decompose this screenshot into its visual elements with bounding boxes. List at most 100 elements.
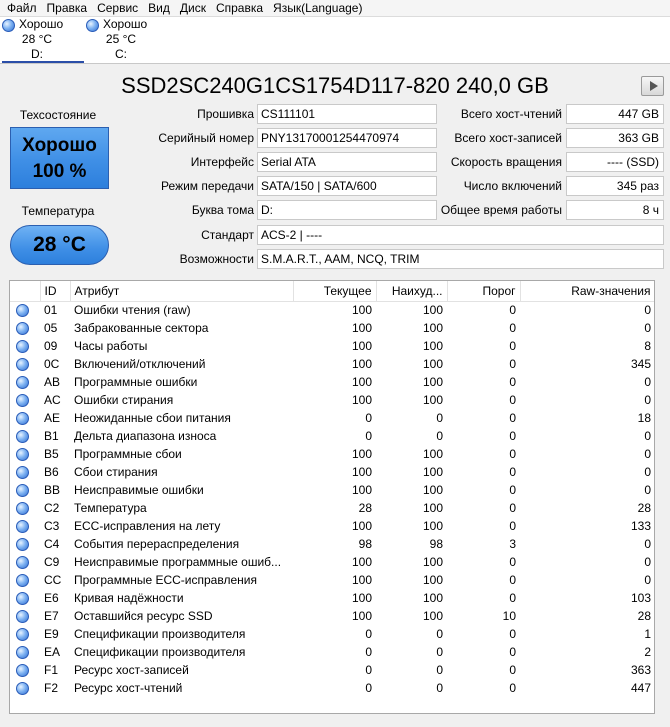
table-row[interactable]: EA Спецификации производителя 0 0 0 2: [10, 643, 654, 661]
host-reads-label: Всего хост-чтений: [460, 107, 562, 121]
cell-id: C9: [44, 555, 60, 569]
cell-attribute: Забракованные сектора: [74, 321, 209, 335]
cell-attribute: Ошибки чтения (raw): [74, 303, 191, 318]
menu-disk[interactable]: Диск: [175, 1, 211, 16]
status-good-icon: [16, 394, 29, 408]
cell-attribute: Включений/отключений: [74, 357, 206, 371]
table-row[interactable]: C9 Неисправимые программные ошиб... 100 100…: [10, 553, 654, 571]
row-status-cell: [10, 589, 40, 607]
cell-id: AC: [44, 393, 61, 407]
cell-id: E7: [44, 609, 59, 623]
cell-threshold: 0: [509, 303, 516, 318]
col-header-status[interactable]: [10, 281, 41, 302]
cell-raw: 28: [637, 501, 651, 515]
cell-attribute: ECC-исправления на лету: [74, 519, 221, 533]
cell-current: 98: [358, 537, 372, 551]
table-row[interactable]: B1 Дельта диапазона износа 0 0 0 0: [10, 427, 654, 445]
cell-worst: 100: [422, 321, 443, 335]
cell-worst: 0: [436, 645, 443, 659]
smart-table-body: 01 Ошибки чтения (raw) 100 100 0 0 05 Забракова…: [10, 301, 654, 697]
cell-worst: 0: [436, 429, 443, 443]
cell-raw: 1: [644, 627, 651, 641]
status-good-icon: [16, 376, 29, 390]
row-status-cell: [10, 373, 40, 391]
smart-table[interactable]: ID Атрибут Текущее Наихуд... Порог Raw-з…: [9, 280, 655, 714]
table-row[interactable]: CC Программные ECC-исправления 100 100 0 0: [10, 571, 654, 589]
cell-current: 0: [365, 663, 372, 677]
table-row[interactable]: F2 Ресурс хост-чтений 0 0 0 447: [10, 679, 654, 697]
cell-current: 100: [351, 339, 372, 353]
table-row[interactable]: AE Неожиданные сбои питания 0 0 0 18: [10, 409, 654, 427]
menu-help[interactable]: Справка: [211, 1, 268, 16]
cell-id: F1: [44, 663, 59, 677]
table-row[interactable]: C3 ECC-исправления на лету 100 100 0 133: [10, 517, 654, 535]
cell-attribute: Ошибки стирания: [74, 393, 174, 407]
cell-raw: 363: [630, 663, 651, 677]
table-row[interactable]: B5 Программные сбои 100 100 0 0: [10, 445, 654, 463]
table-row[interactable]: 0C Включений/отключений 100 100 0 345: [10, 355, 654, 373]
cell-id: 0C: [44, 357, 60, 371]
disk-tab-d[interactable]: Хорошо 28 °C D:: [2, 17, 84, 63]
cell-attribute: Ресурс хост-записей: [74, 663, 189, 677]
table-row[interactable]: C4 События перераспределения 98 98 3 0: [10, 535, 654, 553]
interface-label: Интерфейс: [190, 155, 254, 169]
cell-current: 100: [351, 393, 372, 407]
cell-worst: 100: [422, 447, 443, 461]
table-row[interactable]: AC Ошибки стирания 100 100 0 0: [10, 391, 654, 409]
table-row[interactable]: 05 Забракованные сектора 100 100 0 0: [10, 319, 654, 337]
status-good-icon: [16, 340, 29, 354]
menu-service[interactable]: Сервис: [92, 1, 143, 16]
cell-raw: 0: [644, 537, 651, 551]
disk-tab-c[interactable]: Хорошо 25 °C C:: [86, 17, 168, 63]
col-header-current[interactable]: Текущее: [293, 281, 377, 302]
table-row[interactable]: B6 Сбои стирания 100 100 0 0: [10, 463, 654, 481]
table-row[interactable]: F1 Ресурс хост-записей 0 0 0 363: [10, 661, 654, 679]
temperature-value[interactable]: 28 °C: [10, 225, 109, 265]
row-status-cell: [10, 391, 40, 409]
cell-threshold: 0: [509, 357, 516, 371]
table-row[interactable]: AB Программные ошибки 100 100 0 0: [10, 373, 654, 391]
col-header-raw[interactable]: Raw-значения: [520, 281, 654, 302]
cell-attribute: Температура: [74, 501, 147, 515]
menu-language[interactable]: Язык(Language): [268, 1, 367, 16]
cell-current: 0: [365, 411, 372, 425]
next-disk-button[interactable]: [641, 76, 664, 96]
cell-worst: 100: [422, 609, 443, 623]
row-status-cell: [10, 571, 40, 589]
table-row[interactable]: 09 Часы работы 100 100 0 8: [10, 337, 654, 355]
col-header-worst[interactable]: Наихуд...: [376, 281, 448, 302]
table-row[interactable]: E7 Оставшийся ресурс SSD 100 100 10 28: [10, 607, 654, 625]
menu-edit[interactable]: Правка: [42, 1, 93, 16]
table-row[interactable]: 01 Ошибки чтения (raw) 100 100 0 0: [10, 301, 654, 319]
cell-threshold: 0: [509, 411, 516, 425]
cell-raw: 0: [644, 555, 651, 569]
cell-threshold: 10: [502, 609, 516, 623]
table-row[interactable]: E6 Кривая надёжности 100 100 0 103: [10, 589, 654, 607]
cell-threshold: 0: [509, 393, 516, 407]
row-status-cell: [10, 337, 40, 355]
cell-raw: 0: [644, 375, 651, 389]
health-status-button[interactable]: Хорошо 100 %: [10, 127, 109, 189]
row-status-cell: [10, 355, 40, 373]
table-row[interactable]: BB Неисправимые ошибки 100 100 0 0: [10, 481, 654, 499]
host-writes-field: 363 GB: [566, 128, 664, 148]
table-row[interactable]: C2 Температура 28 100 0 28: [10, 499, 654, 517]
col-header-attribute[interactable]: Атрибут: [70, 281, 294, 302]
cell-attribute: Неисправимые ошибки: [74, 483, 204, 497]
status-good-icon: [16, 304, 29, 318]
menu-file[interactable]: Файл: [2, 1, 42, 16]
cell-current: 100: [351, 321, 372, 335]
cell-current: 28: [358, 501, 372, 515]
cell-threshold: 0: [509, 627, 516, 641]
col-header-threshold[interactable]: Порог: [447, 281, 521, 302]
menu-view[interactable]: Вид: [143, 1, 175, 16]
cell-current: 100: [351, 447, 372, 461]
cell-threshold: 0: [509, 375, 516, 389]
col-header-id[interactable]: ID: [40, 281, 71, 302]
disk-status: Хорошо: [103, 17, 148, 31]
standard-label: Стандарт: [201, 228, 254, 242]
cell-attribute: Спецификации производителя: [74, 627, 246, 641]
cell-raw: 2: [644, 645, 651, 659]
cell-worst: 0: [436, 411, 443, 425]
table-row[interactable]: E9 Спецификации производителя 0 0 0 1: [10, 625, 654, 643]
